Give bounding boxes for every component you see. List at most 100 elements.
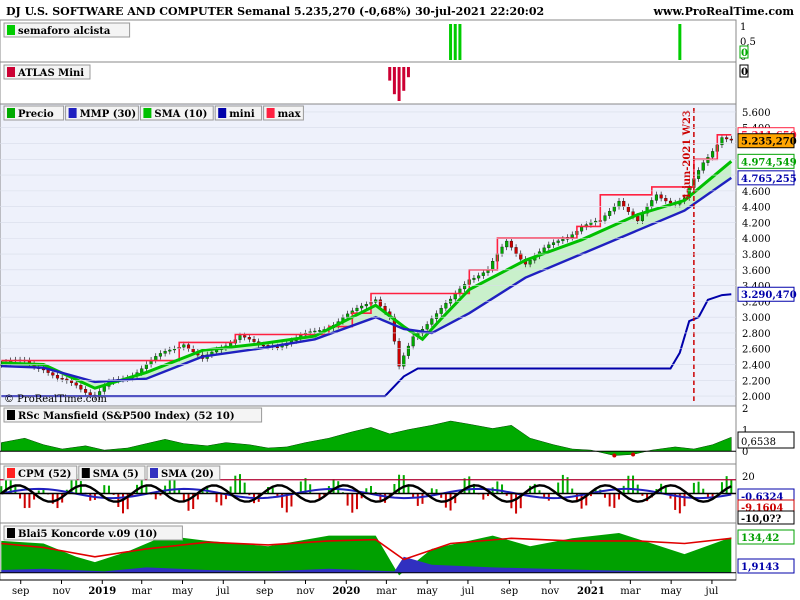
candle-body [589, 222, 593, 225]
legend-swatch [7, 410, 15, 420]
legend-swatch [7, 468, 15, 478]
signal-bar [402, 67, 406, 91]
candle-body [444, 303, 448, 309]
cpm-bar [482, 493, 485, 500]
candle-body [626, 206, 630, 212]
legend-label: max [278, 109, 302, 120]
signal-bar [678, 24, 682, 60]
cpm-bar [421, 493, 424, 504]
cpm-bar [238, 474, 241, 494]
legend-label: RSc Mansfield (S&P500 Index) (52 10) [18, 411, 235, 422]
candle-body [229, 343, 233, 347]
cpm-bar [271, 487, 274, 494]
candle-body [570, 234, 574, 238]
x-tick-label: nov [52, 586, 70, 597]
cpm-bar [402, 475, 405, 494]
cpm-bar [28, 493, 31, 508]
candle-body [561, 239, 565, 242]
signal-bar [458, 24, 462, 60]
candle-body [580, 226, 584, 232]
candle-body [261, 344, 265, 347]
panel-atlas [0, 61, 737, 105]
candle-body [163, 351, 167, 354]
last-value-label: 0,6538 [741, 437, 776, 448]
candle-body [317, 330, 322, 332]
y-tick-label: 2 [742, 404, 748, 415]
value-label: 3.290,470 [741, 290, 797, 301]
cpm-bar [613, 493, 616, 508]
candle-body [547, 244, 551, 249]
candle-body [654, 194, 659, 201]
legend-swatch [218, 108, 227, 118]
cpm-bar [154, 493, 157, 500]
x-tick-label: mar [620, 586, 640, 597]
mansfield-negative [631, 452, 636, 457]
candle-body [374, 299, 378, 303]
candle-body [711, 151, 715, 158]
legend-swatch [81, 468, 90, 478]
x-tick-label: sep [256, 586, 273, 597]
legend-swatch [7, 25, 15, 35]
candle-body [430, 318, 434, 325]
cpm-bar [430, 488, 433, 494]
candle-body [74, 382, 78, 386]
x-tick-label: sep [12, 586, 29, 597]
candle-body [668, 200, 673, 204]
y-tick-label: 0 [742, 447, 748, 458]
value-label: -10,0?? [741, 514, 781, 525]
candle-body [275, 346, 279, 349]
candle-body [69, 380, 74, 383]
cpm-bar [285, 493, 288, 513]
candle-body [378, 299, 382, 307]
legend-label: mini [229, 109, 255, 120]
cpm-bar [370, 485, 373, 494]
chart-title: DJ U.S. SOFTWARE AND COMPUTER Semanal 5.… [6, 5, 544, 18]
mansfield-negative [612, 453, 617, 458]
candle-body [55, 375, 60, 379]
candle-body [252, 339, 256, 342]
candle-body [79, 385, 83, 390]
candle-body [551, 242, 556, 245]
legend-label: Precio [18, 109, 54, 120]
signal-bar [388, 67, 392, 81]
y-tick-label: 5.600 [742, 108, 771, 119]
candle-body [491, 261, 495, 270]
y-tick-label: 1 [740, 22, 746, 33]
legend-label: SMA (20) [161, 469, 214, 480]
candle-body [514, 247, 518, 254]
x-tick-label: may [417, 586, 438, 597]
y-tick-label: 4.600 [742, 187, 771, 198]
y-tick-label: 2.600 [742, 345, 771, 356]
cpm-bar [725, 476, 728, 494]
candle-body [425, 324, 429, 330]
candle-body [406, 345, 410, 356]
legend-swatch [7, 108, 15, 118]
candle-body [158, 353, 162, 357]
cpm-bar [664, 487, 667, 494]
value-label: 134,42 [741, 533, 779, 544]
legend-swatch [7, 528, 15, 538]
annotation-label: 4-jun-2021 W23 [682, 110, 693, 200]
cpm-bar [561, 474, 564, 494]
legend-swatch [150, 468, 158, 478]
value-label: 5.235,270 [741, 137, 797, 148]
cpm-bar [618, 493, 621, 500]
cpm-bar [79, 481, 82, 494]
candle-body [556, 240, 560, 243]
cpm-bar [290, 493, 293, 507]
candle-body [355, 307, 359, 312]
candle-body [500, 246, 504, 254]
site-url[interactable]: www.ProRealTime.com [653, 5, 795, 18]
cpm-bar [23, 493, 26, 509]
x-tick-label: jul [216, 586, 230, 597]
candle-body [636, 216, 640, 222]
candle-body [182, 344, 186, 348]
cpm-bar [627, 475, 630, 494]
candle-body [528, 260, 532, 265]
x-tick-label: 2019 [88, 586, 116, 597]
candle-body [313, 330, 317, 333]
cpm-bar [683, 493, 686, 507]
candle-body [505, 240, 509, 248]
candle-body [612, 206, 616, 212]
candle-body [509, 240, 513, 248]
